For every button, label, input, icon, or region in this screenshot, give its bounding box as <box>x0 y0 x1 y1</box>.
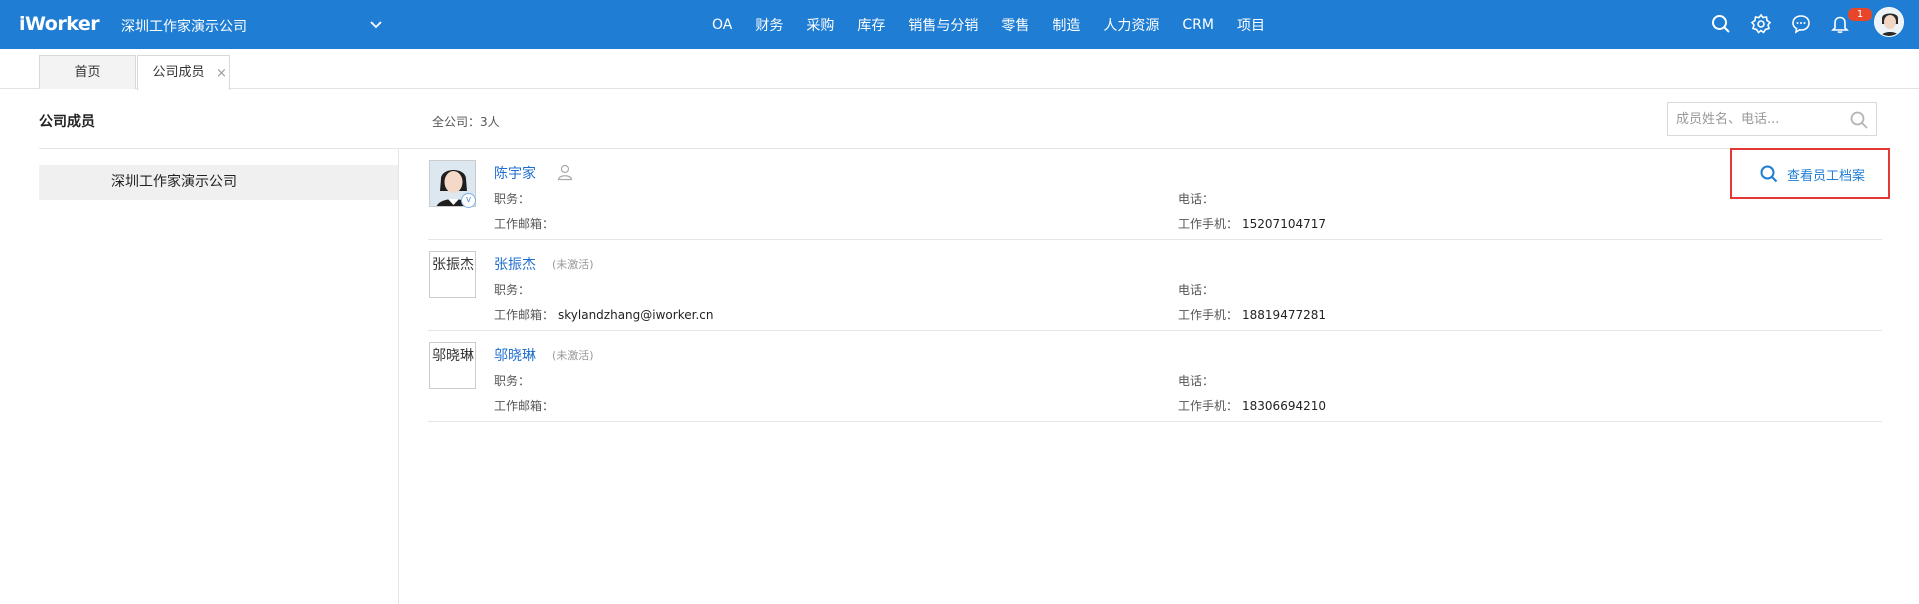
tab-bar: 首页 公司成员 × <box>0 49 1919 90</box>
nav-item-sales[interactable]: 销售与分销 <box>908 15 978 35</box>
member-name[interactable]: 张振杰 <box>494 254 536 274</box>
avatar[interactable] <box>1874 7 1904 37</box>
nav-item-finance[interactable]: 财务 <box>755 15 783 35</box>
chat-icon[interactable] <box>1790 13 1812 35</box>
email-label: 工作邮箱： skylandzhang@iworker.cn <box>494 308 714 322</box>
org-tree-panel: 深圳工作家演示公司 <box>39 149 399 604</box>
view-profile-button[interactable]: 查看员工档案 <box>1730 148 1890 199</box>
list-item: v 陈宇家 职务： 电话： 工作邮箱： 工作手机： 15207104717 <box>428 149 1882 240</box>
company-selector[interactable]: 深圳工作家演示公司 <box>121 16 247 36</box>
close-icon[interactable]: × <box>216 66 227 81</box>
member-count: 全公司：3人 <box>432 115 500 129</box>
position-label: 职务： <box>494 283 531 297</box>
nav-item-crm[interactable]: CRM <box>1182 17 1214 33</box>
member-search <box>1667 102 1877 136</box>
member-avatar[interactable]: 邬晓琳 <box>429 342 476 389</box>
search-input[interactable] <box>1668 103 1838 135</box>
nav-item-inventory[interactable]: 库存 <box>857 15 885 35</box>
list-item: 张振杰 张振杰 (未激活) 职务： 电话： 工作邮箱： skylandzhang@… <box>428 240 1882 331</box>
top-navigation-bar: iWorker 深圳工作家演示公司 OA 财务 采购 库存 销售与分销 零售 制… <box>0 0 1919 49</box>
main-nav: OA 财务 采购 库存 销售与分销 零售 制造 人力资源 CRM 项目 <box>712 0 1288 49</box>
member-avatar[interactable]: 张振杰 <box>429 251 476 298</box>
nav-item-retail[interactable]: 零售 <box>1001 15 1029 35</box>
position-label: 职务： <box>494 374 531 388</box>
email-label: 工作邮箱： <box>494 399 555 413</box>
member-name[interactable]: 陈宇家 <box>494 163 536 183</box>
mobile-label: 工作手机： 18819477281 <box>1178 308 1326 322</box>
app-logo[interactable]: iWorker <box>19 13 100 35</box>
status-badge: (未激活) <box>552 349 594 362</box>
nav-item-project[interactable]: 项目 <box>1237 15 1265 35</box>
chevron-down-icon[interactable] <box>368 16 384 32</box>
search-icon <box>1760 165 1778 183</box>
nav-item-hr[interactable]: 人力资源 <box>1103 15 1159 35</box>
phone-label: 电话： <box>1178 192 1215 206</box>
verified-badge: v <box>461 193 476 208</box>
user-icon <box>557 164 573 181</box>
nav-item-purchase[interactable]: 采购 <box>806 15 834 35</box>
nav-item-manufacturing[interactable]: 制造 <box>1052 15 1080 35</box>
search-icon[interactable] <box>1849 110 1869 130</box>
gear-icon[interactable] <box>1750 13 1772 35</box>
member-mobile: 18819477281 <box>1242 308 1326 322</box>
list-item: 邬晓琳 邬晓琳 (未激活) 职务： 电话： 工作邮箱： 工作手机： 1830669… <box>428 331 1882 422</box>
nav-item-oa[interactable]: OA <box>712 17 732 33</box>
status-badge: (未激活) <box>552 258 594 271</box>
mobile-label: 工作手机： 18306694210 <box>1178 399 1326 413</box>
mobile-label: 工作手机： 15207104717 <box>1178 217 1326 231</box>
notification-badge: 1 <box>1848 8 1872 21</box>
tab-home[interactable]: 首页 <box>39 55 136 89</box>
user-photo-icon <box>1875 8 1903 36</box>
position-label: 职务： <box>494 192 531 206</box>
page-title: 公司成员 <box>39 114 95 130</box>
view-profile-label[interactable]: 查看员工档案 <box>1787 165 1865 184</box>
member-mobile: 15207104717 <box>1242 217 1326 231</box>
member-mobile: 18306694210 <box>1242 399 1326 413</box>
phone-label: 电话： <box>1178 374 1215 388</box>
org-tree-item-label: 深圳工作家演示公司 <box>111 174 237 190</box>
member-email: skylandzhang@iworker.cn <box>558 308 714 322</box>
member-name[interactable]: 邬晓琳 <box>494 345 536 365</box>
email-label: 工作邮箱： <box>494 217 555 231</box>
phone-label: 电话： <box>1178 283 1215 297</box>
search-icon[interactable] <box>1710 13 1732 35</box>
org-tree-item-company[interactable]: 深圳工作家演示公司 <box>39 165 398 200</box>
